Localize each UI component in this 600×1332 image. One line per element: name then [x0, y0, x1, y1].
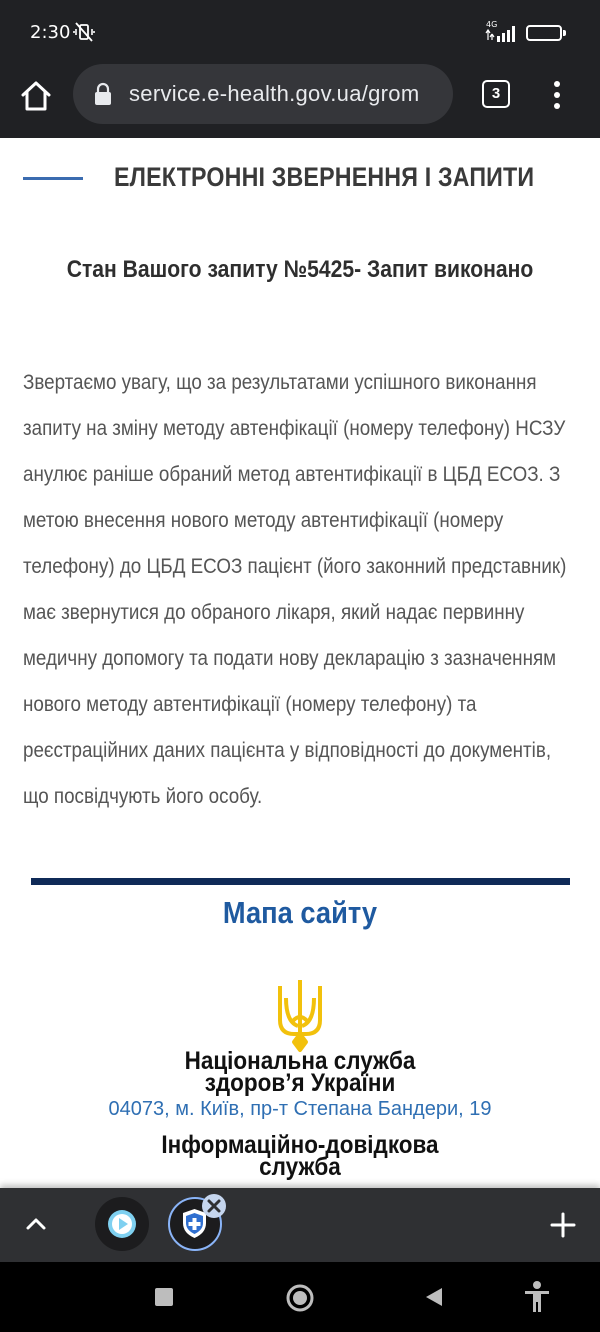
close-badge-icon[interactable]	[202, 1194, 226, 1218]
chevron-up-icon[interactable]	[22, 1210, 50, 1238]
address-bar[interactable]: service.e-health.gov.ua/grom	[73, 64, 453, 124]
notice-paragraph: Звертаємо увагу, що за результатами успі…	[23, 371, 567, 808]
lock-icon[interactable]	[93, 82, 113, 106]
back-icon[interactable]	[424, 1286, 444, 1308]
mute-vibrate-icon	[73, 22, 95, 42]
info-service-line2: служба	[259, 1153, 341, 1181]
clock: 2:30	[30, 22, 71, 43]
accessibility-icon[interactable]	[522, 1280, 552, 1314]
web-page-content: ЕЛЕКТРОННІ ЗВЕРНЕННЯ І ЗАПИТИ Стан Вашог…	[0, 138, 600, 1188]
signal-icon	[485, 26, 515, 42]
page-section-title: ЕЛЕКТРОННІ ЗВЕРНЕННЯ І ЗАПИТИ	[114, 162, 535, 192]
sitemap-link[interactable]: Мапа сайту	[36, 895, 564, 931]
organization-name: Національна служба здоров’я України	[30, 1049, 570, 1097]
overflow-menu-icon[interactable]	[548, 80, 566, 110]
home-icon[interactable]	[18, 78, 54, 114]
video-app-icon[interactable]	[95, 1197, 149, 1251]
browser-toolbar: service.e-health.gov.ua/grom 3	[0, 64, 600, 138]
battery-tip	[563, 30, 566, 36]
info-service-title: Інформаційно-довідкова служба	[30, 1133, 570, 1181]
plus-icon[interactable]	[548, 1210, 578, 1240]
organization-address[interactable]: 04073, м. Київ, пр-т Степана Бандери, 19	[0, 1098, 600, 1121]
header-accent-line	[23, 177, 83, 180]
home-circle-icon[interactable]	[285, 1283, 315, 1313]
recents-icon[interactable]	[155, 1288, 173, 1306]
tab-switcher-button[interactable]: 3	[482, 80, 510, 108]
organization-name-line2: здоров’я України	[204, 1069, 396, 1097]
request-status-title: Стан Вашого запиту №5425- Запит виконано	[66, 256, 534, 283]
coat-of-arms-icon	[278, 980, 322, 1052]
battery-level: 68	[536, 26, 552, 39]
status-bar: 2:30 4G 68	[0, 0, 600, 64]
system-navigation-bar	[0, 1262, 600, 1332]
video-play-icon	[108, 1210, 136, 1238]
footer-divider	[31, 878, 570, 885]
browser-bottom-bar	[0, 1188, 600, 1262]
url-text[interactable]: service.e-health.gov.ua/grom	[129, 81, 447, 107]
battery-icon: 68	[526, 25, 562, 41]
